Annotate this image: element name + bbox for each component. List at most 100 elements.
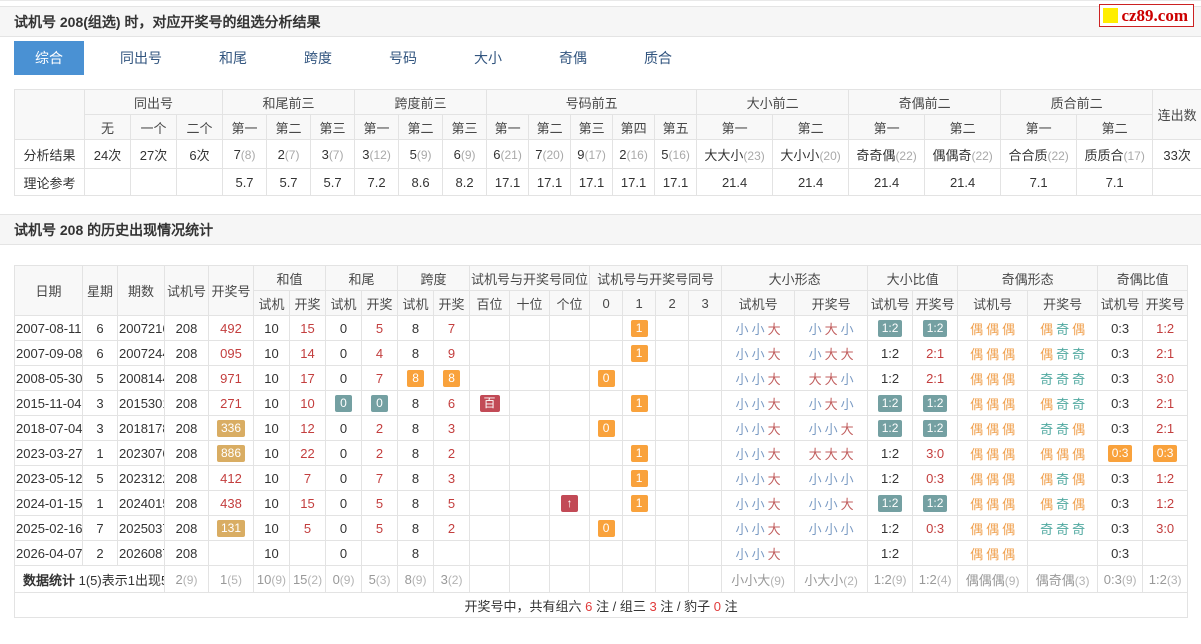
col-header: 第一: [354, 114, 400, 140]
cell-same-pos-hundreds: [469, 365, 511, 391]
cell-tail-draw: [361, 540, 399, 566]
cell-span-draw: 3: [433, 415, 471, 441]
cell-same-count-0: [589, 440, 624, 466]
cell-weekday: 6: [82, 340, 118, 366]
cell-tail-test: 0: [325, 490, 363, 516]
cell-num-5: 5(16): [654, 139, 698, 169]
cell-sum-test: 10: [253, 365, 290, 391]
tab-3[interactable]: 和尾: [198, 41, 268, 75]
cell-same-count-0: [589, 540, 624, 566]
col-header: 第四: [612, 114, 656, 140]
table-row: 2026-04-0722026087208 10 0 8 小小大 1:2 偶偶偶 0:3: [14, 540, 1189, 566]
cell-span-draw: 3: [433, 465, 471, 491]
cell-date: 2007-09-08: [14, 340, 83, 366]
cell-sum-test: 10: [253, 490, 290, 516]
cell-parity-ratio-test: 0:3: [1097, 390, 1144, 416]
cell-parity-pattern-draw: 偶偶偶: [1027, 440, 1099, 466]
cell-parity-pattern-draw: 偶奇偶: [1027, 315, 1099, 341]
cell-same-count-1: 1: [622, 440, 657, 466]
cell-parity-pattern-draw: 奇奇奇: [1027, 365, 1099, 391]
col-header: 试机: [325, 290, 363, 316]
stat-cell-same-pos-units: [549, 565, 591, 593]
cell-weekday: 6: [82, 315, 118, 341]
cell-span-1: 7.2: [354, 168, 400, 196]
cell-sum-draw: 5: [288, 515, 327, 541]
cell-parity-ratio-test: 0:3: [1097, 540, 1144, 566]
tab-8[interactable]: 质合: [623, 41, 693, 75]
cell-sum-draw: 12: [288, 415, 327, 441]
col-header: 开奖号: [1027, 290, 1099, 316]
cell-date: 2024-01-15: [14, 490, 83, 516]
cell-same-pos-units: [549, 540, 591, 566]
cell-sum-draw: [288, 540, 327, 566]
cell-same-count-1: 1: [622, 490, 657, 516]
tab-5[interactable]: 号码: [368, 41, 438, 75]
cell-same-pos-units: [549, 515, 591, 541]
cell-same-count-2: [655, 340, 690, 366]
cell-num-3: 17.1: [570, 168, 614, 196]
cell-date: 2026-04-07: [14, 540, 83, 566]
cell-tail-2: 2(7): [266, 139, 312, 169]
cell-same-count-3: [688, 390, 723, 416]
cell-size-1: 21.4: [696, 168, 774, 196]
cell-num-4: 17.1: [612, 168, 656, 196]
col-header: 开奖号: [1142, 290, 1189, 316]
cell-parity-pattern-test: 偶偶偶: [957, 415, 1029, 441]
cell-same-count-3: [688, 490, 723, 516]
cell-span-test: 8: [397, 440, 435, 466]
cell-parity-pattern-test: 偶偶偶: [957, 490, 1029, 516]
cell-issue: 2008144: [117, 365, 165, 391]
tab-1[interactable]: 综合: [14, 41, 84, 75]
col-header: 大小比值: [867, 265, 959, 291]
stat-cell-parity-pattern-draw: 偶奇偶(3): [1027, 565, 1099, 593]
tab-6[interactable]: 大小: [453, 41, 523, 75]
tab-4[interactable]: 跨度: [283, 41, 353, 75]
tab-7[interactable]: 奇偶: [538, 41, 608, 75]
cell-test-number: 208: [164, 515, 209, 541]
col-header: 第三: [310, 114, 356, 140]
cell-same-pos-tens: [509, 365, 551, 391]
row-label: 理论参考: [14, 168, 85, 196]
cell-size-2: 大小小(20): [772, 139, 850, 169]
cell-parity-ratio-draw: 1:2: [1142, 315, 1189, 341]
cell-tail-test: 0: [325, 365, 363, 391]
cell-parity-pattern-draw: 偶奇奇: [1027, 340, 1099, 366]
cell-tail-draw: 4: [361, 340, 399, 366]
table-row: 2007-09-086200724420809510140489 1 小小大小大大1…: [14, 340, 1189, 366]
cell-size-pattern-test: 小小大: [721, 340, 796, 366]
cell-size-pattern-draw: 小小大: [794, 490, 869, 516]
cell-same-pos-units: [549, 390, 591, 416]
cell-num-2: 7(20): [528, 139, 572, 169]
table-row: 2023-05-125202312220841210707831小小大小小小1:…: [14, 465, 1189, 491]
col-header: 开奖号: [794, 290, 869, 316]
tab-2[interactable]: 同出号: [99, 41, 183, 75]
cell-size-pattern-test: 小小大: [721, 390, 796, 416]
table-row: 2023-03-2712023076208886102202821小小大大大大1…: [14, 440, 1189, 466]
footer-summary: 开奖号中，共有组六 6 注 / 组三 3 注 / 豹子 0 注: [13, 592, 1189, 618]
cell-prime-1: 7.1: [1000, 168, 1078, 196]
cell-streak: [1152, 168, 1201, 196]
row-label: 分析结果: [14, 139, 85, 169]
col-header: 第一: [848, 114, 926, 140]
cell-parity-ratio-test: 0:3: [1097, 515, 1144, 541]
col-header: 试机号: [1097, 290, 1144, 316]
table-row: 2007-08-1162007216208492101505871小小大小大小1…: [14, 315, 1189, 341]
cell-tail-test: 0: [325, 415, 363, 441]
cell-test-number: 208: [164, 465, 209, 491]
cell-parity-ratio-draw: 0:3: [1142, 440, 1189, 466]
cell-size-pattern-draw: 小大大: [794, 340, 869, 366]
cell-size-pattern-draw: 小小小: [794, 515, 869, 541]
cell-parity-pattern-draw: 偶奇偶: [1027, 490, 1099, 516]
col-header: 试机: [397, 290, 435, 316]
table-row: 理论参考 5.7 5.7 5.7 7.2 8.6 8.2 17.1 17.1 17.1 17.1 17…: [14, 168, 1201, 196]
cell-same-count-2: [655, 515, 690, 541]
cell-prime-2: 7.1: [1076, 168, 1154, 196]
cell-parity-ratio-draw: 1:2: [1142, 490, 1189, 516]
col-header: 日期: [14, 265, 83, 316]
cell-size-pattern-draw: 小小小: [794, 465, 869, 491]
stat-cell-sum-draw: 15(2): [288, 565, 327, 593]
col-header: 同出号: [83, 89, 224, 115]
cell-tail-test: 0: [325, 390, 363, 416]
cell-tail-draw: 0: [361, 390, 399, 416]
site-logo[interactable]: cz89.com: [1099, 4, 1194, 27]
